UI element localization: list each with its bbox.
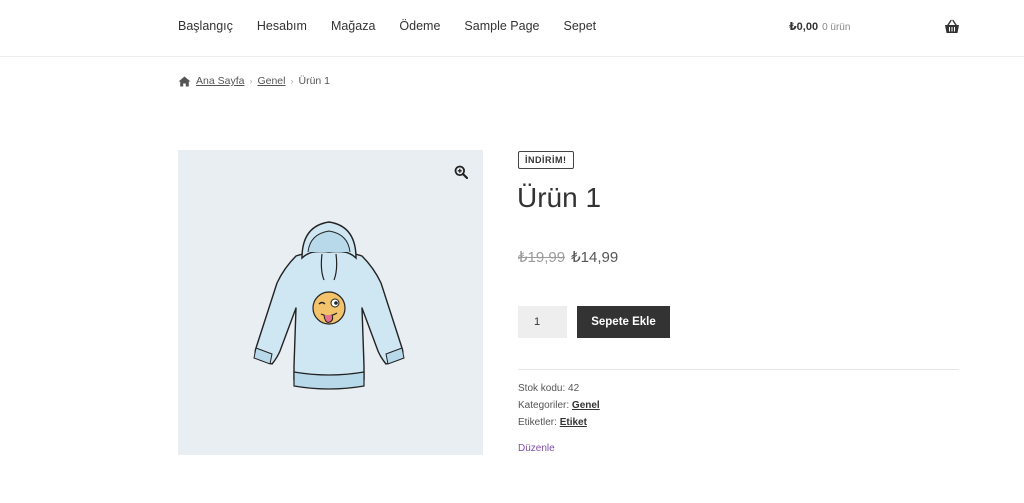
product-gallery[interactable]: [178, 150, 483, 455]
breadcrumb-separator: ›: [249, 76, 253, 86]
nav-item-magaza[interactable]: Mağaza: [331, 19, 375, 33]
breadcrumb-separator: ›: [290, 76, 294, 86]
header-cart-summary[interactable]: ₺0,00 0 ürün: [789, 20, 850, 33]
primary-nav: Başlangıç Hesabım Mağaza Ödeme Sample Pa…: [178, 19, 620, 33]
hoodie-image: [253, 221, 405, 390]
nav-item-sample-page[interactable]: Sample Page: [464, 19, 539, 33]
nav-item-baslangic[interactable]: Başlangıç: [178, 19, 233, 33]
nav-item-odeme[interactable]: Ödeme: [399, 19, 440, 33]
zoom-in-icon[interactable]: [454, 165, 468, 179]
sale-price: ₺14,99: [571, 249, 619, 266]
site-header: Başlangıç Hesabım Mağaza Ödeme Sample Pa…: [0, 0, 1024, 57]
breadcrumb-category-link[interactable]: Genel: [257, 75, 285, 87]
categories-label: Kategoriler:: [518, 400, 570, 411]
breadcrumb-current: Ürün 1: [298, 75, 330, 87]
sku-value: 42: [568, 383, 580, 394]
sku-label: Stok kodu:: [518, 383, 566, 394]
quantity-input[interactable]: [518, 306, 567, 338]
product-categories: Kategoriler: Genel: [518, 400, 600, 411]
divider: [518, 369, 959, 370]
product-title: Ürün 1: [517, 182, 602, 213]
product-tags: Etiketler: Etiket: [518, 417, 587, 428]
tags-label: Etiketler:: [518, 417, 557, 428]
nav-item-sepet[interactable]: Sepet: [563, 19, 596, 33]
breadcrumb: Ana Sayfa › Genel › Ürün 1: [178, 75, 330, 87]
basket-icon[interactable]: [944, 19, 960, 35]
cart-amount: ₺0,00: [789, 21, 819, 33]
edit-link[interactable]: Düzenle: [518, 443, 555, 454]
nav-item-hesabim[interactable]: Hesabım: [257, 19, 307, 33]
cart-count: 0 ürün: [822, 22, 851, 33]
product-price: ₺19,99 ₺14,99: [518, 248, 618, 266]
sale-badge: İNDİRİM!: [518, 151, 574, 169]
add-to-cart-button[interactable]: Sepete Ekle: [577, 306, 670, 338]
product-sku: Stok kodu: 42: [518, 383, 579, 394]
tag-link[interactable]: Etiket: [560, 417, 587, 428]
category-link[interactable]: Genel: [572, 400, 600, 411]
breadcrumb-home-link[interactable]: Ana Sayfa: [196, 75, 244, 87]
old-price: ₺19,99: [518, 249, 566, 266]
home-icon: [178, 76, 191, 86]
